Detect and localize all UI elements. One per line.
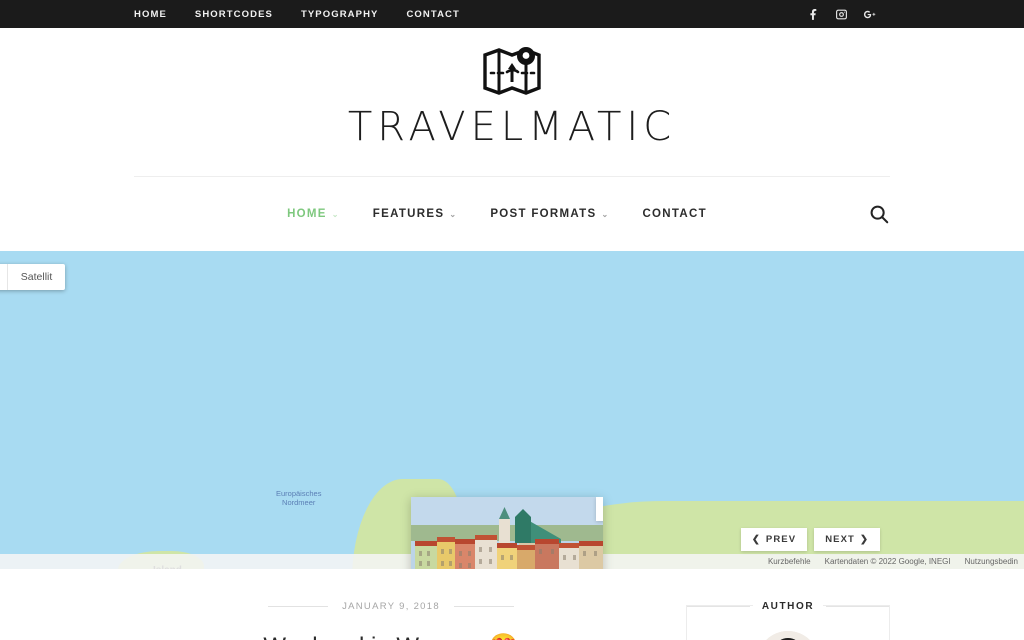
prev-button[interactable]: ❮ PREV — [740, 528, 808, 551]
primary-nav-list: HOME ⌄ FEATURES ⌄ POST FORMATS ⌄ CONTACT — [287, 208, 737, 220]
next-button-label: NEXT — [825, 534, 855, 545]
top-nav-item-home[interactable]: HOME — [134, 9, 167, 20]
map-popup-card[interactable]: ✖ Weekend in Warsaw 😍 JANUARY 9, 2018 Lo… — [411, 497, 603, 569]
nav-item-post-formats-label: POST FORMATS — [490, 208, 597, 220]
divider-right — [453, 606, 514, 607]
chevron-right-icon: ❯ — [859, 534, 869, 545]
nav-item-post-formats[interactable]: POST FORMATS ⌄ — [490, 208, 609, 220]
nav-item-features[interactable]: FEATURES ⌄ — [373, 208, 458, 220]
folded-map-with-pin-icon[interactable] — [481, 42, 543, 96]
nav-item-home[interactable]: HOME ⌄ — [287, 208, 340, 220]
avatar[interactable] — [757, 631, 819, 640]
article-date: JANUARY 9, 2018 — [342, 601, 440, 612]
map-type-satellite-option[interactable]: Satellit — [8, 264, 66, 290]
widget-border-top-left — [687, 605, 753, 606]
article-title[interactable]: Weekend in Warsaw 😍 — [134, 632, 648, 640]
social-links — [807, 0, 876, 28]
map-label-sea: Europäisches Nordmeer — [276, 489, 322, 507]
map-type-control[interactable]: te Satellit — [0, 264, 66, 290]
prev-button-label: PREV — [765, 534, 797, 545]
site-branding: TRAVELMATIC — [0, 28, 1024, 176]
chevron-down-icon: ⌄ — [601, 209, 610, 219]
nav-item-home-label: HOME — [287, 208, 327, 220]
site-title[interactable]: TRAVELMATIC — [348, 104, 676, 150]
top-nav-item-contact[interactable]: CONTACT — [406, 9, 459, 20]
author-widget-box — [686, 605, 890, 640]
primary-navigation: HOME ⌄ FEATURES ⌄ POST FORMATS ⌄ CONTACT — [134, 176, 890, 251]
map-pagination: ❮ PREV NEXT ❯ — [740, 528, 880, 551]
top-nav-item-typography[interactable]: TYPOGRAPHY — [301, 9, 379, 20]
map-keyboard-shortcuts-link[interactable]: Kurzbefehle — [768, 557, 811, 566]
nav-item-contact-label: CONTACT — [642, 208, 707, 220]
widget-border-top-right — [823, 605, 889, 606]
chevron-down-icon: ⌄ — [331, 209, 340, 219]
popup-featured-image: ✖ — [411, 497, 603, 569]
map-type-map-option[interactable]: te — [0, 264, 8, 290]
chevron-down-icon: ⌄ — [449, 209, 458, 219]
top-nav: HOME SHORTCODES TYPOGRAPHY CONTACT — [134, 9, 460, 20]
search-icon[interactable] — [868, 203, 890, 225]
interactive-map[interactable]: te Satellit Europäisches Nordmeer Island… — [0, 251, 1024, 569]
nav-item-features-label: FEATURES — [372, 208, 445, 220]
content-area: JANUARY 9, 2018 Weekend in Warsaw 😍 AUTH… — [0, 601, 1024, 640]
map-terms-link[interactable]: Nutzungsbedin — [965, 557, 1018, 566]
facebook-icon[interactable] — [807, 8, 820, 21]
googleplus-icon[interactable] — [863, 8, 876, 21]
next-button[interactable]: NEXT ❯ — [814, 528, 880, 551]
chevron-left-icon: ❮ — [751, 534, 761, 545]
instagram-icon[interactable] — [835, 8, 848, 21]
top-utility-bar: HOME SHORTCODES TYPOGRAPHY CONTACT — [0, 0, 1024, 28]
sidebar: AUTHOR — [686, 601, 890, 640]
popup-close-icon[interactable]: ✖ — [596, 497, 603, 521]
divider-left — [268, 606, 329, 607]
map-data-credit: Kartendaten © 2022 Google, INEGI — [824, 557, 951, 566]
article-preview: JANUARY 9, 2018 Weekend in Warsaw 😍 — [134, 601, 648, 640]
nav-item-contact[interactable]: CONTACT — [642, 208, 706, 220]
top-nav-item-shortcodes[interactable]: SHORTCODES — [195, 9, 273, 20]
article-date-row: JANUARY 9, 2018 — [134, 601, 648, 612]
